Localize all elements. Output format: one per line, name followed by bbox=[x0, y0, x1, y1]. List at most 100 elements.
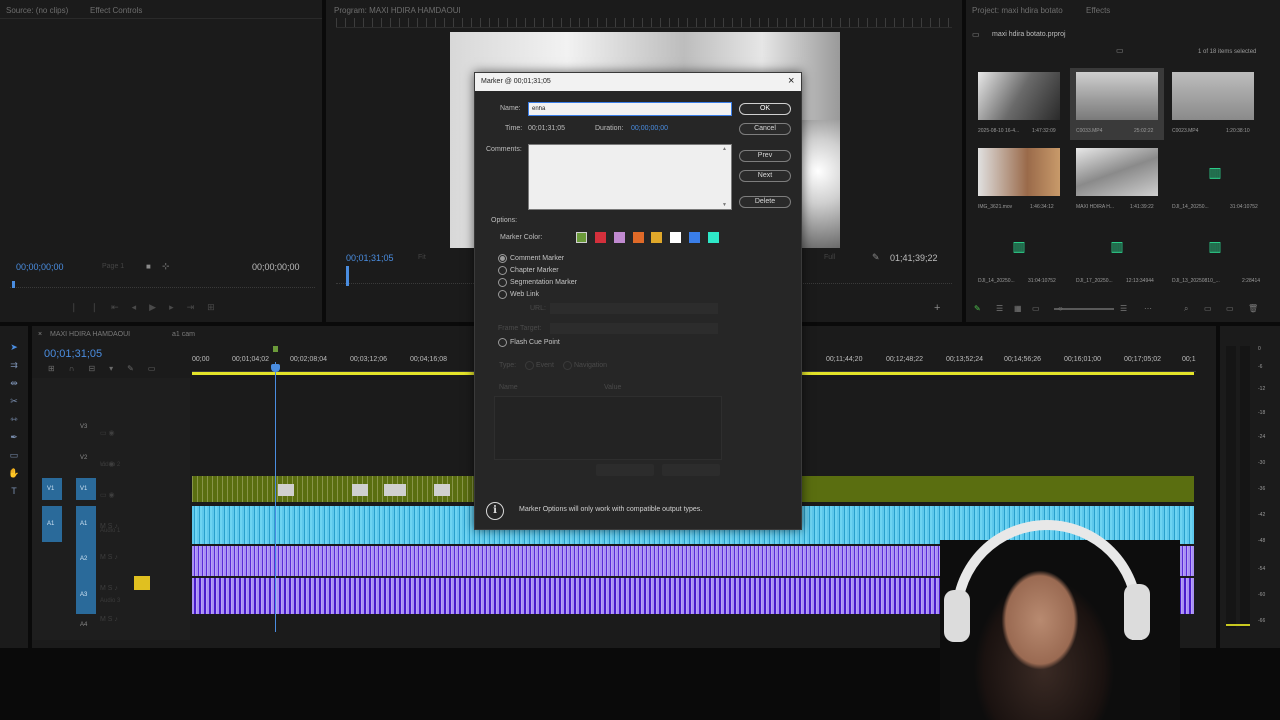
tab-timeline-other[interactable]: a1 cam bbox=[172, 331, 195, 338]
rectangle-tool-icon[interactable]: ▭ bbox=[7, 450, 21, 462]
delete-button[interactable]: Delete bbox=[739, 196, 791, 208]
track-select-tool-icon[interactable]: ⇉ bbox=[7, 360, 21, 372]
mute-solo-icon[interactable]: M S ♪ bbox=[100, 573, 180, 604]
mark-out-icon[interactable]: ❘ bbox=[91, 302, 112, 312]
remove-param-button[interactable] bbox=[662, 464, 720, 476]
add-marker-icon[interactable]: ▾ bbox=[109, 364, 127, 373]
audio-file-icon[interactable]: ▥ bbox=[1106, 238, 1128, 254]
new-bin-icon[interactable]: ▭ bbox=[1116, 46, 1124, 55]
new-bin-icon[interactable]: ▭ bbox=[1204, 304, 1212, 313]
chapter-marker-radio[interactable] bbox=[498, 266, 507, 275]
audio-file-icon[interactable]: ▥ bbox=[1008, 238, 1030, 254]
snap-icon[interactable]: ∩ bbox=[69, 364, 89, 373]
navigation-radio[interactable] bbox=[563, 361, 572, 370]
ok-button[interactable]: OK bbox=[739, 103, 791, 115]
slip-tool-icon[interactable]: ⇿ bbox=[7, 414, 21, 426]
insert-icon[interactable]: ⊞ bbox=[207, 302, 228, 312]
tab-timeline-active[interactable]: MAXI HDIRA HAMDAOUI bbox=[50, 331, 130, 338]
tab-project[interactable]: Project: maxi hdira botato bbox=[972, 6, 1063, 15]
marker-color-swatch-green[interactable] bbox=[576, 232, 587, 243]
program-playhead-icon[interactable] bbox=[346, 266, 349, 286]
marker-color-swatch-violet[interactable] bbox=[614, 232, 625, 243]
icon-view-icon[interactable]: ▦ bbox=[1014, 304, 1022, 313]
sort-icon[interactable]: ☰ bbox=[1120, 304, 1127, 313]
duration-value[interactable]: 00;00;00;00 bbox=[631, 125, 668, 132]
timeline-playhead[interactable] bbox=[275, 362, 276, 632]
marker-color-swatch-red[interactable] bbox=[595, 232, 606, 243]
add-param-button[interactable] bbox=[596, 464, 654, 476]
program-fit-select[interactable]: Fit bbox=[418, 254, 426, 261]
comment-marker-radio[interactable] bbox=[498, 254, 507, 263]
add-button-icon[interactable]: + bbox=[934, 302, 940, 314]
marker-color-swatch-orange[interactable] bbox=[633, 232, 644, 243]
automate-icon[interactable]: ⋯ bbox=[1144, 304, 1152, 313]
source-page-select[interactable]: Page 1 bbox=[102, 263, 124, 270]
wrench-icon[interactable]: ✎ bbox=[127, 364, 148, 373]
event-radio[interactable] bbox=[525, 361, 534, 370]
nest-icon[interactable]: ⊞ bbox=[48, 364, 69, 373]
program-full-select[interactable]: Full bbox=[824, 254, 835, 261]
thumbnail-clip-1[interactable] bbox=[978, 72, 1060, 120]
source-scrubber[interactable] bbox=[10, 282, 315, 288]
cancel-button[interactable]: Cancel bbox=[739, 123, 791, 135]
timeline-timecode[interactable]: 00;01;31;05 bbox=[44, 348, 102, 360]
audio-file-icon[interactable]: ▥ bbox=[1204, 164, 1226, 180]
thumbnail-clip-5[interactable] bbox=[1076, 148, 1158, 196]
value-column-header[interactable]: Value bbox=[604, 384, 621, 391]
next-button[interactable]: Next bbox=[739, 170, 791, 182]
marker-color-swatch-cyan[interactable] bbox=[708, 232, 719, 243]
thumbnail-clip-3[interactable] bbox=[1172, 72, 1254, 120]
playhead-handle-icon[interactable] bbox=[271, 364, 280, 372]
new-item-icon[interactable]: ▭ bbox=[1226, 304, 1234, 313]
linked-selection-icon[interactable]: ⊟ bbox=[88, 364, 109, 373]
trash-icon[interactable]: 🗑 bbox=[1248, 304, 1258, 313]
source-playhead-icon[interactable] bbox=[12, 281, 15, 288]
frame-target-input[interactable] bbox=[550, 323, 718, 334]
pencil-icon[interactable]: ✎ bbox=[974, 304, 981, 313]
step-back-icon[interactable]: ◂ bbox=[132, 302, 150, 312]
mark-in-icon[interactable]: ❘ bbox=[70, 302, 91, 312]
toggle-output-icon[interactable]: ▭ ◉ bbox=[100, 418, 180, 449]
list-view-icon[interactable]: ☰ bbox=[996, 304, 1003, 313]
go-to-in-icon[interactable]: ⇤ bbox=[111, 302, 132, 312]
thumbnail-clip-4[interactable] bbox=[978, 148, 1060, 196]
thumbnail-clip-2[interactable] bbox=[1076, 72, 1158, 120]
mute-solo-icon[interactable]: M S ♪ bbox=[100, 542, 180, 573]
zoom-handle-icon[interactable]: ○ bbox=[1058, 304, 1063, 313]
zoom-slider[interactable] bbox=[1054, 308, 1114, 310]
mute-solo-icon[interactable]: M S ♪ bbox=[100, 511, 180, 542]
tab-effect-controls[interactable]: Effect Controls bbox=[90, 6, 142, 15]
audio-file-icon[interactable]: ▥ bbox=[1204, 238, 1226, 254]
comments-textarea[interactable] bbox=[528, 144, 732, 210]
ripple-edit-tool-icon[interactable]: ⇹ bbox=[7, 378, 21, 390]
scroll-up-icon[interactable]: ▲ bbox=[722, 146, 727, 152]
export-frame-icon[interactable]: ⊹ bbox=[162, 261, 170, 272]
source-timecode-left[interactable]: 00;00;00;00 bbox=[16, 262, 64, 272]
captions-icon[interactable]: ▭ bbox=[148, 364, 170, 373]
razor-tool-icon[interactable]: ✂ bbox=[7, 396, 21, 408]
marker-color-swatch-yellow[interactable] bbox=[651, 232, 662, 243]
close-tab-icon[interactable]: × bbox=[38, 331, 42, 338]
type-tool-icon[interactable]: T bbox=[7, 486, 21, 498]
prev-button[interactable]: Prev bbox=[739, 150, 791, 162]
search-icon[interactable]: ⌕ bbox=[1184, 304, 1188, 314]
freeform-view-icon[interactable]: ▭ bbox=[1032, 304, 1040, 313]
close-icon[interactable]: × bbox=[788, 75, 794, 87]
selection-tool-icon[interactable]: ➤ bbox=[7, 342, 21, 354]
tab-effects[interactable]: Effects bbox=[1086, 6, 1110, 15]
marker-color-swatch-white[interactable] bbox=[670, 232, 681, 243]
marker-color-swatch-blue[interactable] bbox=[689, 232, 700, 243]
step-forward-icon[interactable]: ▸ bbox=[169, 302, 187, 312]
wrench-icon[interactable]: ✎ bbox=[872, 252, 880, 263]
tab-source[interactable]: Source: (no clips) bbox=[6, 6, 68, 15]
flash-cue-point-radio[interactable] bbox=[498, 338, 507, 347]
settings-icon[interactable]: ■ bbox=[146, 262, 151, 271]
web-link-radio[interactable] bbox=[498, 290, 507, 299]
go-to-out-icon[interactable]: ⇥ bbox=[187, 302, 208, 312]
hand-tool-icon[interactable]: ✋ bbox=[7, 468, 21, 480]
play-icon[interactable]: ▶ bbox=[149, 302, 169, 312]
mute-solo-icon[interactable]: M S ♪ bbox=[100, 604, 180, 635]
program-timecode-left[interactable]: 00;01;31;05 bbox=[346, 253, 394, 263]
marker-icon[interactable] bbox=[273, 346, 278, 352]
name-input[interactable] bbox=[528, 102, 732, 116]
